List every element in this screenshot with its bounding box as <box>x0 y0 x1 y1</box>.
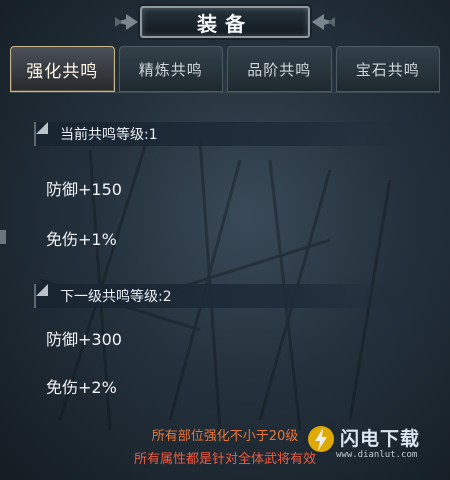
side-handle <box>0 230 6 244</box>
lightning-logo-icon <box>308 426 334 452</box>
next-stat-defense: 防御+300 <box>46 330 122 349</box>
resonance-tabs: 强化共鸣 精炼共鸣 品阶共鸣 宝石共鸣 <box>10 46 440 92</box>
title-ornament-right-icon <box>312 14 335 30</box>
title-plate: 装备 <box>140 6 310 38</box>
title-bar: 装备 <box>0 0 450 44</box>
current-stat-damage-reduction: 免伤+1% <box>46 230 117 249</box>
tab-grade-resonance[interactable]: 品阶共鸣 <box>227 46 332 92</box>
tab-gem-resonance[interactable]: 宝石共鸣 <box>335 46 440 92</box>
page-title: 装备 <box>197 11 253 36</box>
tab-refine-resonance[interactable]: 精炼共鸣 <box>118 46 223 92</box>
tab-strengthen-resonance[interactable]: 强化共鸣 <box>10 46 115 92</box>
header-corner-icon <box>36 284 48 296</box>
current-level-label: 当前共鸣等级:1 <box>60 127 158 143</box>
watermark-text: 闪电下载 <box>340 428 421 450</box>
header-corner-icon <box>36 122 48 134</box>
current-stat-defense: 防御+150 <box>46 180 122 199</box>
current-level-header: 当前共鸣等级:1 <box>34 122 414 146</box>
title-ornament-left-icon <box>115 14 138 30</box>
next-level-label: 下一级共鸣等级:2 <box>60 289 172 305</box>
next-level-header: 下一级共鸣等级:2 <box>34 284 414 308</box>
watermark-url: www.dianlut.com <box>336 450 418 460</box>
next-stat-damage-reduction: 免伤+2% <box>46 378 117 397</box>
watermark: 闪电下载 www.dianlut.com <box>306 420 446 470</box>
game-window: 装备 强化共鸣 精炼共鸣 品阶共鸣 宝石共鸣 当前共鸣等级:1 防御+150 免… <box>0 0 450 480</box>
